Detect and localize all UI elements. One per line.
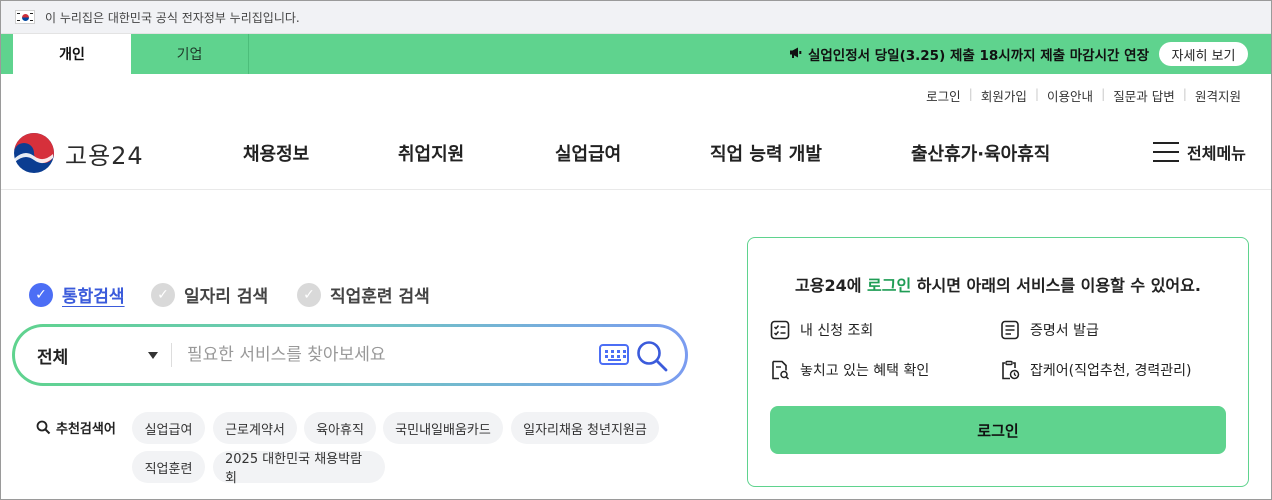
login-card: 고용24에 로그인 하시면 아래의 서비스를 이용할 수 있어요. 내 신청 조…: [747, 237, 1249, 487]
search-box: 전체: [12, 324, 688, 386]
keyword-chip[interactable]: 2025 대한민국 채용박람회: [213, 451, 385, 486]
util-qna-link[interactable]: 질문과 답변: [1105, 86, 1182, 105]
certificate-icon: [1001, 320, 1019, 340]
util-signup-link[interactable]: 회원가입: [973, 86, 1035, 105]
keyword-title: 추천검색어: [36, 418, 116, 437]
nav-recruit[interactable]: 채용정보: [243, 139, 309, 167]
login-button[interactable]: 로그인: [770, 406, 1226, 454]
header-divider: [1, 189, 1271, 190]
search-tab-training[interactable]: ✓ 직업훈련 검색: [297, 282, 430, 307]
check-icon: ✓: [151, 282, 175, 307]
taeguk-logo-icon: [13, 132, 55, 174]
korea-flag-icon: [15, 10, 35, 24]
search-input[interactable]: [187, 339, 587, 371]
virtual-keyboard-icon[interactable]: [599, 344, 629, 365]
login-card-heading: 고용24에 로그인 하시면 아래의 서비스를 이용할 수 있어요.: [795, 276, 1201, 295]
gov-banner: 이 누리집은 대한민국 공식 전자정부 누리집입니다.: [1, 1, 1271, 34]
service-jobcare[interactable]: 잡케어(직업추천, 경력관리): [1000, 360, 1192, 380]
util-remote-link[interactable]: 원격지원: [1187, 86, 1249, 105]
keyword-chip[interactable]: 근로계약서: [213, 412, 297, 444]
keyword-chip[interactable]: 육아휴직: [304, 412, 376, 444]
search-tab-jobs[interactable]: ✓ 일자리 검색: [151, 282, 268, 307]
keyword-chip[interactable]: 국민내일배움카드: [383, 412, 503, 444]
search-scope-select[interactable]: 전체: [37, 327, 68, 383]
check-icon: ✓: [29, 282, 53, 307]
service-my-applications[interactable]: 내 신청 조회: [770, 320, 873, 340]
detail-button[interactable]: 자세히 보기: [1159, 42, 1248, 66]
check-icon: ✓: [297, 282, 321, 307]
keyword-chip[interactable]: 실업급여: [132, 412, 205, 444]
search-tab-integrated[interactable]: ✓ 통합검색: [29, 282, 125, 307]
all-menu-label: 전체메뉴: [1187, 144, 1246, 163]
service-benefits[interactable]: 놓치고 있는 혜택 확인: [770, 360, 929, 380]
clipboard-clock-icon: [1002, 360, 1020, 380]
nav-maternity-leave[interactable]: 출산휴가·육아휴직: [911, 139, 1050, 167]
nav-vocational-training[interactable]: 직업 능력 개발: [710, 139, 822, 167]
util-login-link[interactable]: 로그인: [918, 86, 969, 105]
nav-unemployment-benefit[interactable]: 실업급여: [555, 139, 621, 167]
utility-links: 로그인 | 회원가입 | 이용안내 | 질문과 답변 | 원격지원: [918, 86, 1249, 105]
hamburger-icon: [1153, 142, 1179, 162]
document-search-icon: [772, 360, 790, 380]
top-bar: 개인 기업 실업인정서 당일(3.25) 제출 18시까지 제출 마감시간 연장…: [1, 34, 1271, 74]
all-menu-button[interactable]: 전체메뉴: [1153, 140, 1246, 164]
notice[interactable]: 실업인정서 당일(3.25) 제출 18시까지 제출 마감시간 연장: [789, 34, 1149, 74]
tab-personal[interactable]: 개인: [13, 34, 131, 74]
service-certificate[interactable]: 증명서 발급: [1000, 320, 1099, 340]
logo[interactable]: 고용24: [13, 132, 144, 174]
gov-banner-text: 이 누리집은 대한민국 공식 전자정부 누리집입니다.: [45, 10, 300, 25]
util-guide-link[interactable]: 이용안내: [1039, 86, 1101, 105]
search-small-icon: [36, 420, 51, 435]
keyword-chip[interactable]: 일자리채움 청년지원금: [511, 412, 659, 444]
logo-text: 고용24: [65, 141, 144, 170]
notice-text: 실업인정서 당일(3.25) 제출 18시까지 제출 마감시간 연장: [807, 48, 1149, 64]
search-icon[interactable]: [635, 339, 669, 373]
checklist-icon: [770, 320, 790, 340]
dropdown-arrow-icon[interactable]: [148, 352, 158, 359]
tab-business[interactable]: 기업: [131, 34, 249, 74]
megaphone-icon: [789, 46, 802, 63]
keyword-chip[interactable]: 직업훈련: [132, 451, 205, 483]
nav-employment-support[interactable]: 취업지원: [398, 139, 464, 167]
